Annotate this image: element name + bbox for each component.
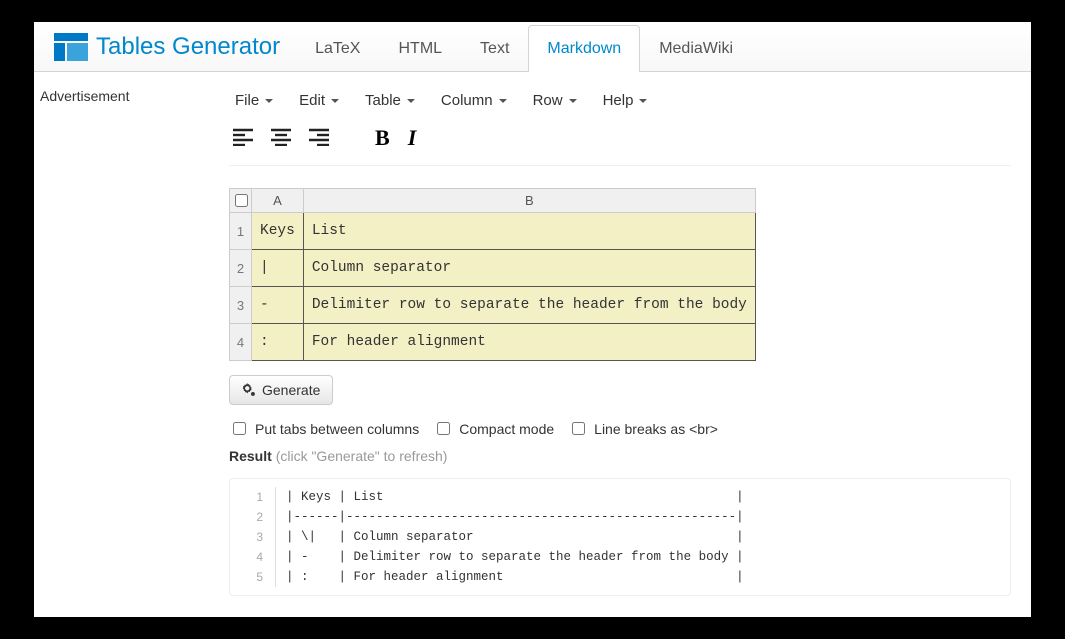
caret-icon — [331, 99, 339, 103]
output-line: | \| | Column separator | — [276, 527, 744, 547]
opt-compact[interactable]: Compact mode — [433, 419, 554, 438]
menu-help[interactable]: Help — [597, 88, 654, 113]
output-line: | - | Delimiter row to separate the head… — [276, 547, 744, 567]
select-all-corner[interactable] — [230, 189, 252, 213]
cell-B3[interactable]: Delimiter row to separate the header fro… — [303, 287, 755, 324]
gears-icon — [242, 383, 256, 397]
brand-text: Tables Generator — [96, 33, 280, 61]
caret-icon — [639, 99, 647, 103]
caret-icon — [499, 99, 507, 103]
caret-icon — [569, 99, 577, 103]
col-header-B[interactable]: B — [303, 189, 755, 213]
menu-edit[interactable]: Edit — [293, 88, 345, 113]
align-right-button[interactable] — [305, 126, 333, 151]
editor-grid[interactable]: A B 1 Keys List 2 | Column separator — [229, 188, 756, 361]
result-header: Result (click "Generate" to refresh) — [229, 448, 1011, 464]
top-navbar: Tables Generator LaTeX HTML Text Markdow… — [34, 22, 1031, 72]
opt-linebreaks[interactable]: Line breaks as <br> — [568, 419, 718, 438]
options-row: Put tabs between columns Compact mode Li… — [229, 419, 1011, 438]
cell-B2[interactable]: Column separator — [303, 250, 755, 287]
output-code-panel[interactable]: 1| Keys | List | 2|------|--------------… — [229, 478, 1011, 596]
menubar: File Edit Table Column Row Help — [229, 82, 1011, 123]
align-left-icon — [233, 128, 253, 146]
cell-B4[interactable]: For header alignment — [303, 324, 755, 361]
caret-icon — [407, 99, 415, 103]
cell-A4[interactable]: : — [252, 324, 304, 361]
opt-compact-checkbox[interactable] — [437, 422, 450, 435]
output-line: | Keys | List | — [276, 487, 744, 507]
tab-mediawiki[interactable]: MediaWiki — [640, 25, 752, 72]
opt-tabs[interactable]: Put tabs between columns — [229, 419, 419, 438]
menu-table[interactable]: Table — [359, 88, 421, 113]
generate-button[interactable]: Generate — [229, 375, 333, 405]
tab-latex[interactable]: LaTeX — [296, 25, 379, 72]
opt-tabs-checkbox[interactable] — [233, 422, 246, 435]
select-all-checkbox[interactable] — [235, 194, 248, 207]
align-left-button[interactable] — [229, 126, 257, 151]
tab-text[interactable]: Text — [461, 25, 528, 72]
col-header-A[interactable]: A — [252, 189, 304, 213]
output-line: | : | For header alignment | — [276, 567, 744, 587]
formatting-toolbar: B I — [229, 123, 1011, 166]
advertisement-label: Advertisement — [34, 72, 229, 596]
align-center-button[interactable] — [267, 126, 295, 151]
tab-markdown[interactable]: Markdown — [528, 25, 640, 72]
align-right-icon — [309, 128, 329, 146]
cell-A3[interactable]: - — [252, 287, 304, 324]
cell-A2[interactable]: | — [252, 250, 304, 287]
brand[interactable]: Tables Generator — [42, 33, 292, 61]
italic-button[interactable]: I — [404, 123, 421, 153]
align-center-icon — [271, 128, 291, 146]
menu-row[interactable]: Row — [527, 88, 583, 113]
caret-icon — [265, 99, 273, 103]
row-header-1[interactable]: 1 — [230, 213, 252, 250]
output-line: |------|--------------------------------… — [276, 507, 744, 527]
opt-linebreaks-checkbox[interactable] — [572, 422, 585, 435]
row-header-3[interactable]: 3 — [230, 287, 252, 324]
cell-B1[interactable]: List — [303, 213, 755, 250]
menu-column[interactable]: Column — [435, 88, 513, 113]
row-header-4[interactable]: 4 — [230, 324, 252, 361]
tab-html[interactable]: HTML — [379, 25, 461, 72]
bold-button[interactable]: B — [371, 123, 394, 153]
logo-icon — [54, 33, 88, 61]
format-tabs: LaTeX HTML Text Markdown MediaWiki — [296, 25, 752, 71]
menu-file[interactable]: File — [229, 88, 279, 113]
row-header-2[interactable]: 2 — [230, 250, 252, 287]
cell-A1[interactable]: Keys — [252, 213, 304, 250]
